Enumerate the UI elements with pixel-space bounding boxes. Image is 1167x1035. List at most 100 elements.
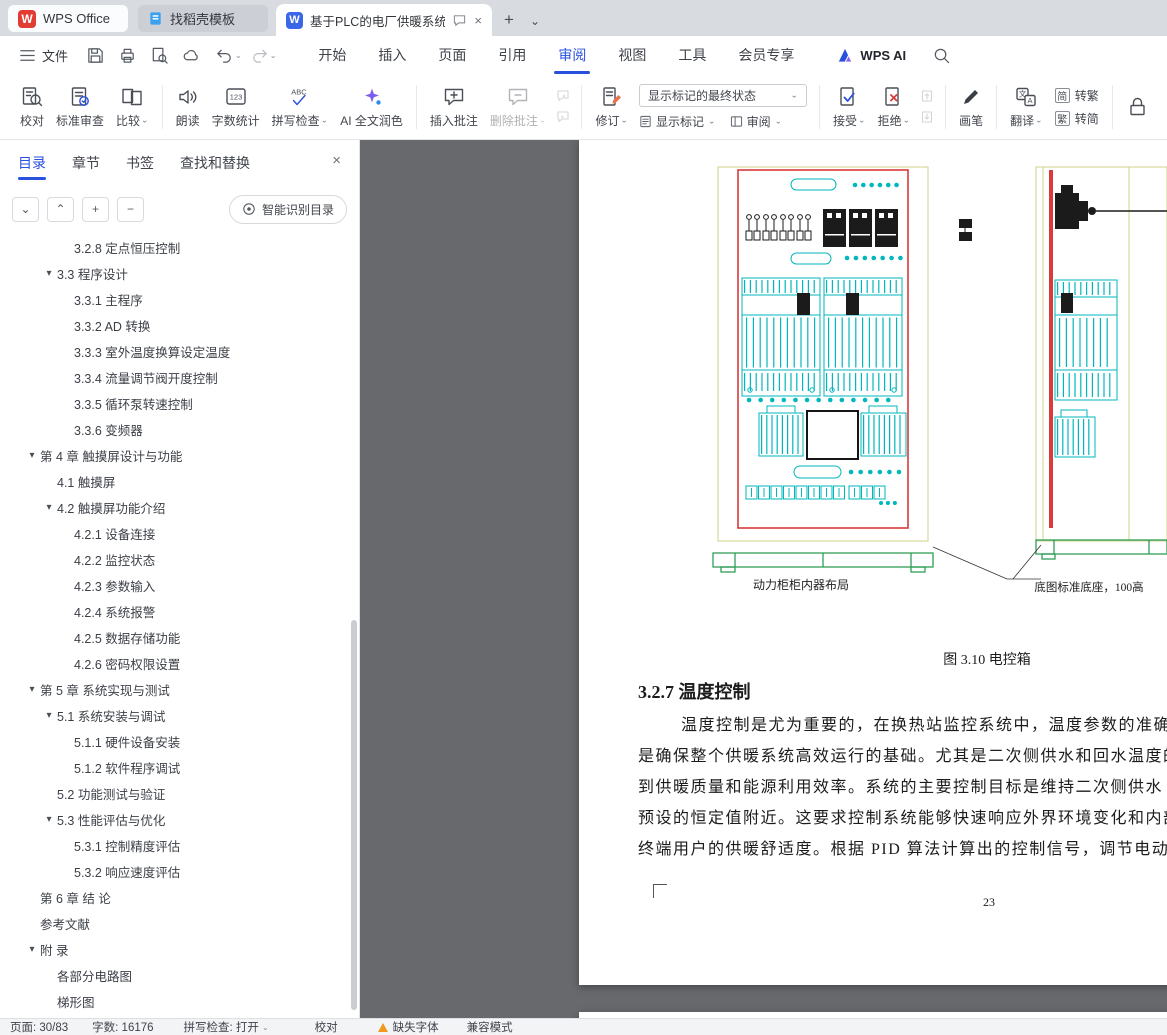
- wps-office-window: W WPS Office 找稻壳模板 W 基于PLC的电厂供暖系统的设 × + …: [0, 0, 1167, 1035]
- ai-polish-button[interactable]: AI 全文润色: [334, 78, 409, 136]
- toc-item[interactable]: 3.2.8 定点恒压控制: [0, 234, 349, 260]
- template-tab[interactable]: 找稻壳模板: [138, 5, 268, 32]
- collapse-all-button[interactable]: ⌄: [12, 196, 39, 222]
- proofread-button[interactable]: 校对: [14, 78, 50, 136]
- toc-item[interactable]: ▾ 5.1 系统安装与调试: [0, 702, 349, 728]
- reject-button[interactable]: 拒绝 ⌄: [872, 78, 917, 136]
- document-tab[interactable]: W 基于PLC的电厂供暖系统的设 ×: [276, 4, 492, 36]
- toc-item[interactable]: 梯形图: [0, 988, 349, 1014]
- smart-toc-button[interactable]: 智能识别目录: [228, 194, 347, 224]
- toc-item[interactable]: ▾ 附 录: [0, 936, 349, 962]
- menu-tab-home[interactable]: 开始: [302, 36, 362, 74]
- restrict-edit-button[interactable]: [1120, 78, 1156, 136]
- toc-item[interactable]: 3.3.2 AD 转换: [0, 312, 349, 338]
- print-preview-icon[interactable]: [150, 46, 169, 65]
- toc-item[interactable]: 4.1 触摸屏: [0, 468, 349, 494]
- word-count-indicator[interactable]: 字数: 16176: [92, 1019, 153, 1035]
- proofread-status[interactable]: 校对: [315, 1019, 338, 1035]
- file-menu-button[interactable]: 文件: [18, 46, 68, 65]
- menu-tab-view[interactable]: 视图: [602, 36, 662, 74]
- spell-check-status[interactable]: 拼写检查: 打开 ⌄: [184, 1019, 269, 1035]
- standard-review-button[interactable]: 标准审查: [50, 78, 110, 136]
- word-count-button[interactable]: 123 字数统计: [206, 78, 266, 136]
- menu-tab-reference[interactable]: 引用: [482, 36, 542, 74]
- ink-brush-button[interactable]: 画笔: [953, 78, 989, 136]
- toc-item[interactable]: 3.3.5 循环泵转速控制: [0, 390, 349, 416]
- print-icon[interactable]: [118, 46, 137, 65]
- track-changes-button[interactable]: 修订 ⌄: [589, 78, 634, 136]
- show-markup-button[interactable]: 显示标记 ⌄: [639, 113, 716, 130]
- toc-expand-arrow-icon[interactable]: ▾: [24, 944, 40, 955]
- translate-button[interactable]: 文A 翻译 ⌄: [1004, 78, 1049, 136]
- toc-item[interactable]: 5.3.2 响应速度评估: [0, 858, 349, 884]
- redo-caret-icon[interactable]: ⌄: [270, 51, 277, 60]
- to-simplified-button[interactable]: 繁 转简: [1054, 110, 1099, 127]
- toc-item[interactable]: 参考文献: [0, 910, 349, 936]
- sidebar-tab-chapters[interactable]: 章节: [72, 140, 100, 186]
- review-pane-button[interactable]: 审阅 ⌄: [730, 113, 782, 130]
- toc-item[interactable]: 3.3.3 室外温度换算设定温度: [0, 338, 349, 364]
- menu-tab-tools[interactable]: 工具: [662, 36, 722, 74]
- accept-button[interactable]: 接受 ⌄: [827, 78, 872, 136]
- redo-button[interactable]: ⌄: [250, 46, 277, 65]
- toc-expand-arrow-icon[interactable]: ▾: [41, 502, 57, 513]
- search-icon[interactable]: [932, 46, 951, 65]
- close-sidebar-icon[interactable]: ×: [332, 152, 341, 169]
- tab-list-chevron-icon[interactable]: ⌄: [530, 15, 540, 27]
- sidebar-tab-find-replace[interactable]: 查找和替换: [180, 140, 250, 186]
- toc-item[interactable]: ▾ 5.3 性能评估与优化: [0, 806, 349, 832]
- compatibility-mode-label[interactable]: 兼容模式: [467, 1019, 513, 1035]
- toc-item[interactable]: 第 6 章 结 论: [0, 884, 349, 910]
- document-page[interactable]: 动力柜柜内器布局 底图标准底座，100高 图 3.10 电控箱 3.2.7 温度…: [579, 140, 1167, 985]
- toc-item[interactable]: 5.3.1 控制精度评估: [0, 832, 349, 858]
- toc-item[interactable]: 3.3.6 变频器: [0, 416, 349, 442]
- undo-caret-icon[interactable]: ⌄: [235, 51, 242, 60]
- toc-expand-arrow-icon[interactable]: ▾: [41, 710, 57, 721]
- toc-expand-arrow-icon[interactable]: ▾: [41, 268, 57, 279]
- expand-all-button[interactable]: ⌃: [47, 196, 74, 222]
- toc-item[interactable]: 4.2.6 密码权限设置: [0, 650, 349, 676]
- toc-item[interactable]: ▾ 3.3 程序设计: [0, 260, 349, 286]
- missing-font-warning[interactable]: 缺失字体: [377, 1019, 439, 1035]
- spell-check-button[interactable]: ABC 拼写检查 ⌄: [266, 78, 335, 136]
- toc-item[interactable]: 3.3.4 流量调节阀开度控制: [0, 364, 349, 390]
- toc-expand-arrow-icon[interactable]: ▾: [41, 814, 57, 825]
- menu-tab-page[interactable]: 页面: [422, 36, 482, 74]
- read-aloud-button[interactable]: 朗读: [170, 78, 206, 136]
- toc-expand-arrow-icon[interactable]: ▾: [24, 684, 40, 695]
- toc-item[interactable]: ▾ 4.2 触摸屏功能介绍: [0, 494, 349, 520]
- toc-expand-arrow-icon[interactable]: ▾: [24, 450, 40, 461]
- toc-item[interactable]: ▾ 第 4 章 触摸屏设计与功能: [0, 442, 349, 468]
- toc-item[interactable]: 5.1.1 硬件设备安装: [0, 728, 349, 754]
- menu-tab-review[interactable]: 审阅: [542, 36, 602, 74]
- markup-state-dropdown[interactable]: 显示标记的最终状态 ⌄: [639, 83, 808, 107]
- sidebar-scrollbar[interactable]: [351, 620, 357, 1010]
- undo-button[interactable]: ⌄: [215, 46, 242, 65]
- sidebar-tab-bookmarks[interactable]: 书签: [126, 140, 154, 186]
- sidebar-tab-contents[interactable]: 目录: [18, 140, 46, 186]
- page-indicator[interactable]: 页面: 30/83: [10, 1019, 68, 1035]
- toc-item[interactable]: 4.2.3 参数输入: [0, 572, 349, 598]
- compare-button[interactable]: 比较 ⌄: [110, 78, 155, 136]
- toc-item[interactable]: 4.2.4 系统报警: [0, 598, 349, 624]
- toc-item[interactable]: ▾ 第 5 章 系统实现与测试: [0, 676, 349, 702]
- toc-item[interactable]: 5.2 功能测试与验证: [0, 780, 349, 806]
- toc-item[interactable]: 3.3.1 主程序: [0, 286, 349, 312]
- menu-tab-insert[interactable]: 插入: [362, 36, 422, 74]
- zoom-out-outline-button[interactable]: −: [117, 196, 144, 222]
- insert-comment-button[interactable]: 插入批注: [424, 78, 484, 136]
- toc-item[interactable]: 4.2.5 数据存储功能: [0, 624, 349, 650]
- new-tab-button[interactable]: +: [504, 11, 514, 28]
- close-document-icon[interactable]: ×: [474, 13, 482, 28]
- toc-item[interactable]: 4.2.1 设备连接: [0, 520, 349, 546]
- wps-home-tab[interactable]: W WPS Office: [8, 5, 128, 32]
- to-traditional-button[interactable]: 简 转繁: [1054, 87, 1099, 104]
- menu-tab-membership[interactable]: 会员专享: [722, 36, 810, 74]
- wps-ai-button[interactable]: WPS AI: [836, 46, 906, 65]
- toc-item[interactable]: 4.2.2 监控状态: [0, 546, 349, 572]
- cloud-sync-icon[interactable]: [182, 46, 201, 65]
- toc-item[interactable]: 各部分电路图: [0, 962, 349, 988]
- zoom-in-outline-button[interactable]: +: [82, 196, 109, 222]
- save-icon[interactable]: [86, 46, 105, 65]
- toc-item[interactable]: 5.1.2 软件程序调试: [0, 754, 349, 780]
